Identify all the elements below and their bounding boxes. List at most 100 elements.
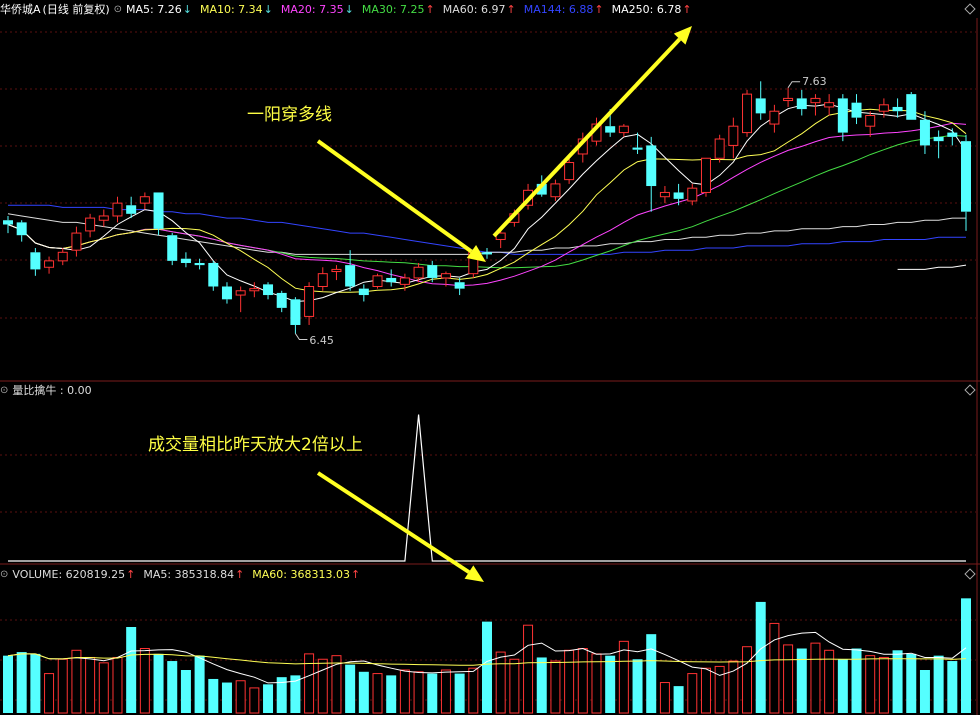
volume-bar [345, 664, 356, 713]
candle-body [769, 110, 780, 125]
volume-bar [961, 598, 971, 713]
volume-bar [454, 673, 465, 713]
candle-body [30, 252, 41, 270]
volume-bar [509, 658, 520, 714]
volume-bar [180, 670, 191, 713]
ma10-line [7, 108, 967, 293]
volume-bar [16, 652, 27, 713]
volume-bar [440, 669, 451, 714]
candle-body [837, 98, 848, 133]
volume-bar [673, 686, 684, 713]
annotation-breakout: 一阳穿多线 [247, 105, 332, 125]
candle-body [126, 205, 137, 214]
candle-body [413, 266, 424, 279]
candle-body [892, 106, 903, 112]
candle-body [345, 265, 356, 287]
candle-body [139, 196, 150, 204]
candle-body [112, 202, 123, 217]
candle-body [714, 138, 725, 159]
candle-body [358, 288, 369, 296]
volume-bar [577, 648, 588, 714]
candle-body [440, 273, 451, 279]
annotation-arrow-volume [316, 471, 471, 574]
volume-bar [646, 634, 657, 713]
candle-body [673, 192, 684, 199]
volume-bar [126, 627, 137, 713]
chart-svg [0, 18, 980, 715]
candle-body [783, 97, 794, 102]
volume-bar [386, 675, 397, 713]
volume-bar [632, 659, 643, 713]
volume-bar [249, 687, 260, 714]
candle-body [221, 286, 232, 300]
volume-bar [139, 648, 150, 714]
volume-bar [947, 661, 958, 713]
candle-body [961, 141, 971, 212]
candle-body [755, 98, 766, 114]
candle-body [290, 299, 301, 325]
volume-bar [372, 673, 383, 714]
candle-body [153, 192, 164, 229]
volume-bar [482, 621, 492, 713]
volume-bar [523, 624, 534, 714]
volume-bar [700, 667, 711, 714]
volume-bar [564, 649, 575, 714]
volume-bar [317, 658, 328, 714]
volume-bar [44, 673, 55, 714]
high-marker [787, 81, 801, 88]
candle-body [454, 282, 465, 289]
candle-body [276, 292, 287, 308]
candle-body [372, 275, 383, 287]
candle-body [878, 104, 889, 112]
volume-bar [550, 660, 561, 714]
volume-bar [427, 673, 438, 713]
volume-bar [906, 653, 917, 713]
candle-body [57, 251, 68, 262]
candle-body [167, 235, 178, 261]
volume-bar [810, 642, 821, 714]
candle-body [235, 290, 246, 296]
ma250-line [897, 264, 967, 270]
volume-bar [57, 658, 68, 714]
volume-bar [413, 671, 424, 714]
candle-body [851, 102, 862, 118]
low-marker [294, 333, 308, 341]
volume-bar [399, 669, 410, 714]
candle-body [605, 126, 616, 133]
chart-root: { "header": { "title": "华侨城A", "mode": "… [0, 0, 980, 715]
candle-body [632, 147, 643, 150]
volume-bar [235, 680, 246, 714]
candle-body [386, 277, 397, 283]
volume-bar [536, 657, 547, 713]
candle-body [564, 162, 575, 181]
annotation-arrow-volume-head [464, 565, 484, 582]
volume-bar [783, 644, 794, 714]
volume-bar [769, 622, 780, 714]
volume-bar [796, 648, 807, 713]
volume-bar [194, 655, 205, 713]
volume-bar [153, 653, 164, 713]
candle-body [906, 94, 917, 120]
candle-body [44, 260, 55, 268]
volume-bar [468, 667, 479, 714]
volume-bar [591, 653, 602, 714]
candle-body [687, 187, 698, 202]
candle-body [933, 136, 944, 142]
ma30-line [7, 134, 967, 269]
candle-body [399, 277, 410, 285]
volume-bar [919, 670, 930, 713]
volume-bar [851, 648, 862, 713]
candle-body [71, 232, 82, 251]
candle-body [728, 125, 739, 146]
volume-bar [358, 671, 369, 713]
candle-body [208, 262, 219, 287]
volume-bar [167, 661, 178, 713]
volume-bar [304, 653, 315, 714]
candle-body [810, 97, 821, 104]
candle-body [331, 268, 342, 273]
candle-body [263, 284, 274, 296]
candle-body [824, 102, 835, 108]
volume-bar [221, 682, 232, 713]
volume-bar [112, 656, 123, 714]
volume-bar [687, 673, 698, 714]
